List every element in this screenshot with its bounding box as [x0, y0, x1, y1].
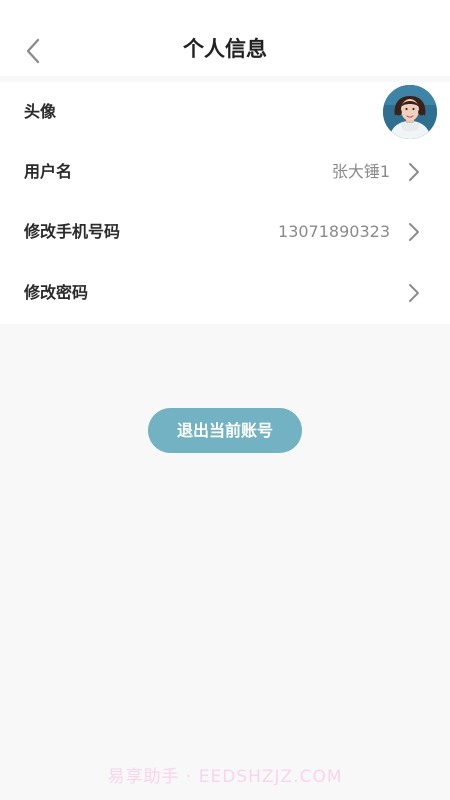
username-label: 用户名: [24, 162, 73, 181]
logout-button[interactable]: 退出当前账号: [148, 408, 302, 453]
username-row[interactable]: 用户名 张大锤1: [0, 142, 450, 202]
avatar-label: 头像: [24, 102, 57, 121]
chevron-right-icon: [409, 284, 419, 302]
username-value: 张大锤1: [331, 162, 390, 181]
avatar-row[interactable]: 头像: [0, 82, 450, 142]
phone-value: 13071890323: [278, 222, 390, 241]
change-phone-row[interactable]: 修改手机号码 13071890323: [0, 202, 450, 262]
watermark: 易享助手 · EEDSHZJZ.COM: [107, 767, 343, 787]
change-phone-label: 修改手机号码: [24, 222, 121, 241]
app-header: 个人信息: [0, 0, 450, 76]
avatar[interactable]: [383, 85, 437, 139]
chevron-right-icon: [409, 163, 419, 181]
username-chevron: [408, 162, 420, 182]
change-password-label: 修改密码: [24, 283, 89, 302]
profile-settings-list: 头像 用户名 张大锤1 修改手机号码 13071890323 修改密码: [0, 82, 450, 324]
change-password-row[interactable]: 修改密码: [0, 263, 450, 323]
avatar-image: [383, 85, 437, 139]
change-phone-chevron: [408, 222, 420, 242]
change-password-chevron: [408, 283, 420, 303]
page-title: 个人信息: [183, 37, 267, 61]
chevron-right-icon: [409, 223, 419, 241]
